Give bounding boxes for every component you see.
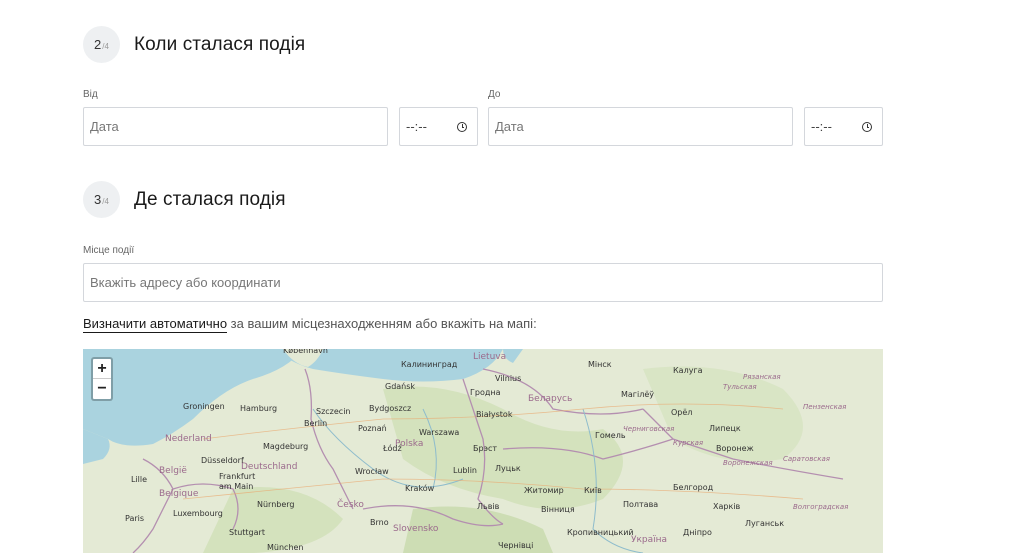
- svg-text:Луганськ: Луганськ: [745, 519, 784, 528]
- svg-text:Рязанская: Рязанская: [743, 373, 781, 381]
- map-label-belgie: België: [159, 466, 187, 476]
- svg-text:Саратовская: Саратовская: [783, 455, 830, 463]
- svg-text:Szczecin: Szczecin: [316, 407, 351, 416]
- location-input[interactable]: Вкажіть адресу або координати: [83, 263, 883, 302]
- svg-text:Гродна: Гродна: [470, 388, 501, 397]
- auto-locate-link[interactable]: Визначити автоматично: [83, 316, 228, 333]
- svg-text:München: München: [267, 543, 304, 552]
- svg-text:Черниговская: Черниговская: [623, 425, 674, 433]
- step-number: 2: [94, 37, 102, 52]
- map-tiles: Lietuva Беларусь Polska Deutschland Nede…: [83, 349, 883, 553]
- step-3-header: 3/4 Де сталася подія: [83, 181, 286, 218]
- map-label-ukraina: Україна: [631, 535, 667, 545]
- svg-text:Брэст: Брэст: [473, 444, 497, 453]
- zoom-out-button[interactable]: −: [93, 379, 111, 399]
- svg-text:Воронежская: Воронежская: [723, 459, 773, 467]
- svg-text:Львів: Львів: [477, 502, 500, 511]
- from-label: Від: [83, 89, 98, 100]
- clock-icon: [862, 121, 872, 132]
- svg-text:Вінниця: Вінниця: [541, 505, 575, 514]
- step-2-header: 2/4 Коли сталася подія: [83, 26, 305, 63]
- map-zoom-control: + −: [91, 357, 113, 401]
- svg-text:Курская: Курская: [673, 439, 703, 447]
- map-label-belarus: Беларусь: [528, 394, 572, 404]
- svg-text:Warszawa: Warszawa: [419, 428, 459, 437]
- svg-text:Luxembourg: Luxembourg: [173, 509, 223, 518]
- svg-text:Липецк: Липецк: [709, 424, 741, 433]
- auto-location-row: Визначити автоматично за вашим місцезнах…: [83, 316, 537, 333]
- step-3-badge: 3/4: [83, 181, 120, 218]
- clock-icon: [457, 121, 467, 132]
- svg-text:Hamburg: Hamburg: [240, 404, 277, 413]
- step-total: /4: [102, 41, 109, 51]
- to-time-input[interactable]: --:--: [804, 107, 883, 146]
- svg-text:Дніпро: Дніпро: [683, 528, 712, 537]
- svg-text:Groningen: Groningen: [183, 402, 225, 411]
- svg-text:Київ: Київ: [584, 486, 602, 495]
- step-number: 3: [94, 192, 102, 207]
- from-time-input[interactable]: --:--: [399, 107, 478, 146]
- svg-text:Харків: Харків: [713, 502, 741, 511]
- svg-text:Nürnberg: Nürnberg: [257, 500, 295, 509]
- svg-text:Кропивницький: Кропивницький: [567, 528, 634, 537]
- svg-text:Воронеж: Воронеж: [716, 444, 754, 453]
- svg-text:Berlin: Berlin: [304, 419, 327, 428]
- svg-text:Волгоградская: Волгоградская: [793, 503, 848, 511]
- svg-text:Магілёў: Магілёў: [621, 390, 654, 399]
- svg-text:Frankfurt: Frankfurt: [219, 472, 255, 481]
- map-label-cesko: Česko: [337, 498, 364, 510]
- svg-text:Lublin: Lublin: [453, 466, 477, 475]
- svg-text:Brno: Brno: [370, 518, 389, 527]
- map[interactable]: Lietuva Беларусь Polska Deutschland Nede…: [83, 349, 883, 553]
- svg-text:Чернівці: Чернівці: [498, 541, 533, 550]
- svg-text:Vilnius: Vilnius: [495, 374, 521, 383]
- location-label: Місце події: [83, 245, 135, 256]
- svg-text:Poznań: Poznań: [358, 424, 387, 433]
- map-label-nederland: Nederland: [165, 434, 212, 444]
- svg-text:am Main: am Main: [219, 482, 253, 491]
- to-label: До: [488, 89, 501, 100]
- svg-text:Magdeburg: Magdeburg: [263, 442, 308, 451]
- svg-text:Lille: Lille: [131, 475, 147, 484]
- step-2-badge: 2/4: [83, 26, 120, 63]
- svg-text:Białystok: Białystok: [476, 410, 513, 419]
- to-time-value: --:--: [811, 119, 832, 134]
- svg-text:Тульская: Тульская: [723, 383, 757, 391]
- step-2-title: Коли сталася подія: [134, 33, 306, 55]
- svg-text:Łódź: Łódź: [382, 443, 402, 453]
- step-total: /4: [102, 196, 109, 206]
- svg-text:Paris: Paris: [125, 514, 144, 523]
- svg-text:Полтава: Полтава: [623, 500, 658, 509]
- auto-locate-hint: за вашим місцезнаходженням або вкажіть н…: [227, 316, 537, 331]
- svg-text:Белгород: Белгород: [673, 483, 714, 492]
- svg-text:Гомель: Гомель: [595, 431, 626, 440]
- svg-text:Bydgoszcz: Bydgoszcz: [369, 404, 411, 413]
- zoom-in-button[interactable]: +: [93, 359, 111, 379]
- svg-text:København: København: [283, 349, 328, 355]
- map-label-lietuva: Lietuva: [473, 352, 506, 362]
- svg-text:Луцьк: Луцьк: [495, 464, 521, 473]
- svg-text:Gdańsk: Gdańsk: [385, 382, 415, 391]
- svg-text:Мінск: Мінск: [588, 360, 612, 369]
- from-date-input[interactable]: Дата: [83, 107, 388, 146]
- svg-text:Stuttgart: Stuttgart: [229, 528, 265, 537]
- to-date-input[interactable]: Дата: [488, 107, 793, 146]
- svg-text:Житомир: Житомир: [524, 486, 564, 495]
- svg-text:Kraków: Kraków: [405, 483, 435, 493]
- step-3-title: Де сталася подія: [134, 188, 286, 210]
- from-time-value: --:--: [406, 119, 427, 134]
- svg-text:Калининград: Калининград: [401, 360, 458, 369]
- map-label-belgique: Belgique: [159, 489, 199, 499]
- svg-text:Düsseldorf: Düsseldorf: [201, 456, 244, 465]
- map-label-deutschland: Deutschland: [241, 462, 297, 472]
- svg-text:Wrocław: Wrocław: [355, 467, 389, 476]
- svg-text:Калуга: Калуга: [673, 366, 703, 375]
- map-label-slovensko: Slovensko: [393, 524, 439, 534]
- svg-text:Орёл: Орёл: [671, 408, 692, 417]
- svg-text:Пензенская: Пензенская: [803, 403, 846, 411]
